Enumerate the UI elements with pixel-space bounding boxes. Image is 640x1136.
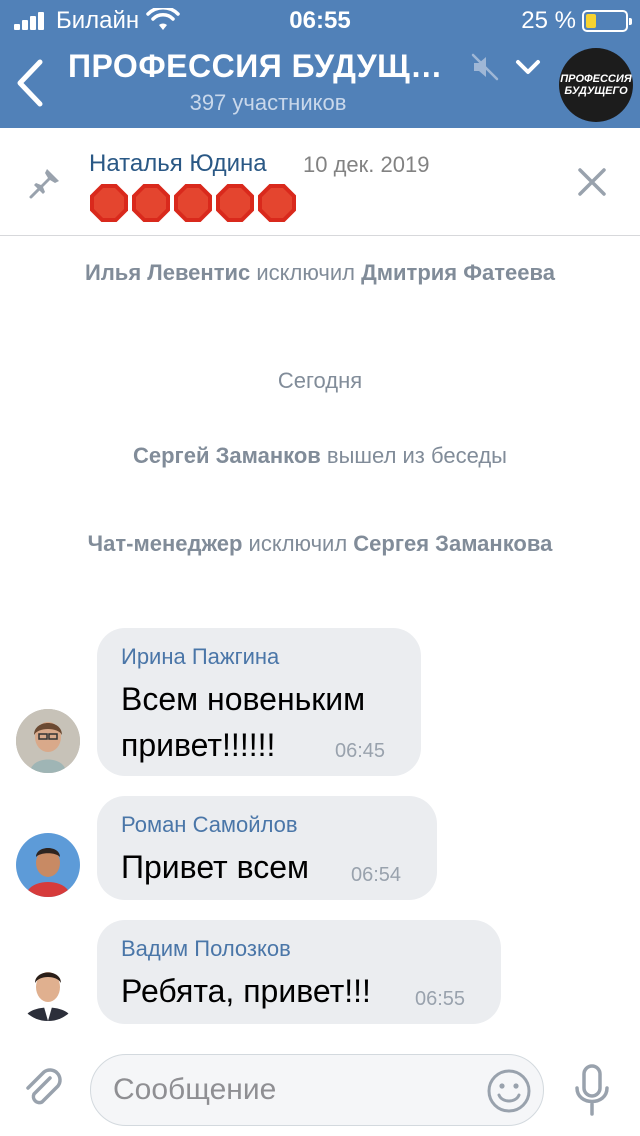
- message-author[interactable]: Ирина Пажгина: [121, 644, 279, 670]
- group-avatar[interactable]: ПРОФЕССИЯ БУДУЩЕГО: [559, 48, 633, 122]
- date-separator: Сегодня: [277, 368, 363, 393]
- pinned-date: 10 дек. 2019: [303, 152, 430, 177]
- stop-sign-emoji: [90, 184, 128, 222]
- message-composer: [0, 1042, 640, 1136]
- message-input-wrapper[interactable]: [90, 1054, 544, 1126]
- service-action: исключил: [250, 260, 362, 285]
- stop-sign-emoji: [132, 184, 170, 222]
- mic-icon[interactable]: [572, 1064, 612, 1116]
- close-icon[interactable]: [576, 166, 608, 198]
- service-target[interactable]: Сергея Заманкова: [353, 531, 552, 556]
- pin-icon: [29, 169, 59, 199]
- mute-icon: [471, 53, 499, 81]
- service-target[interactable]: Дмитрия Фатеева: [361, 260, 555, 285]
- service-action: исключил: [242, 531, 354, 556]
- message-text: Всем новеньким: [121, 681, 366, 717]
- user-avatar-icon: [16, 709, 80, 773]
- battery-icon: [582, 10, 632, 32]
- message-author[interactable]: Роман Самойлов: [121, 812, 298, 838]
- emoji-icon[interactable]: [486, 1068, 532, 1114]
- stop-sign-emoji: [216, 184, 254, 222]
- stop-sign-emoji: [174, 184, 212, 222]
- attach-icon[interactable]: [20, 1064, 68, 1112]
- battery-percent: 25 %: [521, 7, 576, 34]
- service-actor[interactable]: Чат-менеджер: [88, 531, 243, 556]
- service-actor[interactable]: Сергей Заманков: [133, 443, 321, 468]
- chat-title[interactable]: ПРОФЕССИЯ БУДУЩЕ...: [68, 48, 458, 85]
- message-author[interactable]: Вадим Полозков: [121, 936, 291, 962]
- message-time: 06:45: [335, 740, 386, 762]
- stop-sign-emoji: [258, 184, 296, 222]
- avatar[interactable]: [16, 709, 80, 773]
- chat-header: Билайн 06:55 25 % ПРОФЕССИЯ БУДУЩЕ... 39…: [0, 0, 640, 128]
- pinned-content: [90, 184, 296, 224]
- message-text: Ребята, привет!!!: [121, 973, 371, 1009]
- group-avatar-text: БУДУЩЕГО: [564, 85, 628, 97]
- battery-fill: [586, 14, 596, 28]
- message-text: привет!!!!!!: [121, 727, 276, 763]
- service-message: Чат-менеджер исключил Сергея Заманкова: [60, 529, 580, 559]
- back-icon[interactable]: [10, 58, 50, 108]
- avatar[interactable]: [16, 957, 80, 1021]
- service-message: Сергей Заманков вышел из беседы: [60, 441, 580, 471]
- user-avatar-icon: [16, 957, 80, 1021]
- pinned-author: Наталья Юдина: [89, 150, 267, 177]
- avatar[interactable]: [16, 833, 80, 897]
- message-text: Привет всем: [121, 849, 310, 885]
- message-bubble[interactable]: Ирина Пажгина Всем новеньким привет!!!!!…: [97, 628, 421, 776]
- chevron-down-icon[interactable]: [514, 56, 542, 78]
- message-bubble[interactable]: Вадим Полозков Ребята, привет!!! 06:55: [97, 920, 501, 1024]
- status-bar: Билайн 06:55 25 %: [0, 0, 640, 40]
- service-actor[interactable]: Илья Левентис: [85, 260, 250, 285]
- user-avatar-icon: [16, 833, 80, 897]
- members-count[interactable]: 397 участников: [68, 90, 468, 116]
- message-bubble[interactable]: Роман Самойлов Привет всем 06:54: [97, 796, 437, 900]
- message-time: 06:55: [415, 988, 466, 1010]
- service-action: вышел из беседы: [320, 443, 507, 468]
- pinned-message[interactable]: Наталья Юдина 10 дек. 2019: [0, 128, 640, 236]
- message-time: 06:54: [351, 864, 402, 886]
- group-avatar-text: ПРОФЕССИЯ: [560, 73, 632, 85]
- message-input[interactable]: [113, 1055, 473, 1125]
- service-message: Илья Левентис исключил Дмитрия Фатеева: [60, 258, 580, 288]
